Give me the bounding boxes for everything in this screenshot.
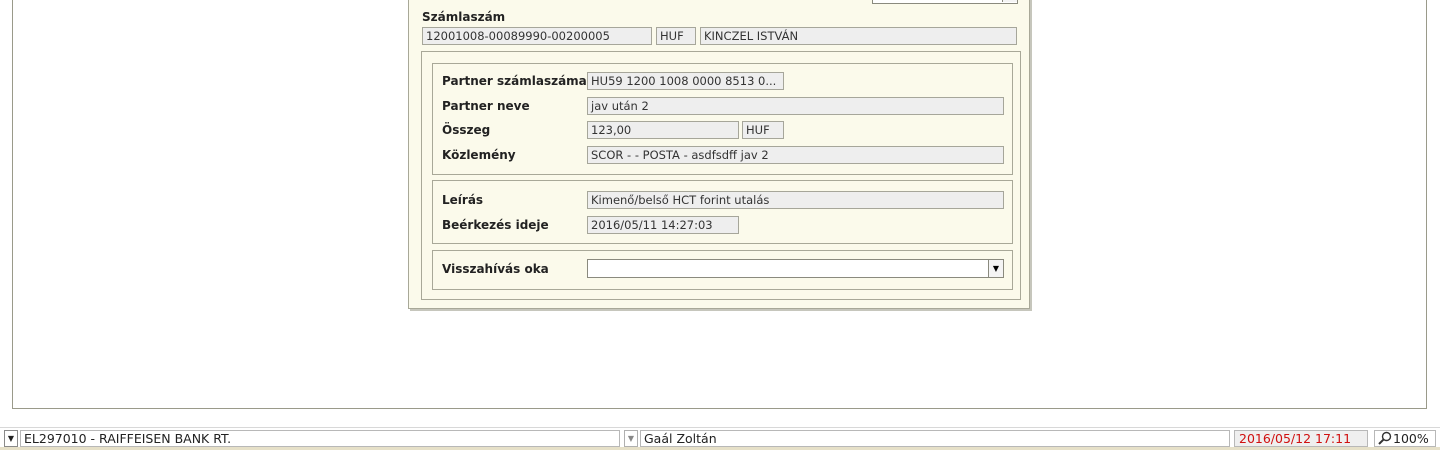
- chevron-down-icon: ▼: [627, 434, 635, 443]
- reference-label: Közlemény: [442, 148, 516, 162]
- account-label: Számlaszám: [422, 10, 506, 24]
- reference-field: SCOR - - POSTA - asdfsdff jav 2: [587, 146, 1004, 164]
- partner-account-field: HU59 1200 1008 0000 8513 0...: [587, 72, 784, 90]
- amount-field: 123,00: [587, 121, 739, 139]
- zoom-control[interactable]: 100%: [1374, 430, 1436, 447]
- bank-field[interactable]: EL297010 - RAIFFEISEN BANK RT.: [20, 430, 620, 447]
- user-dropdown-button[interactable]: ▼: [624, 430, 638, 447]
- amount-currency-field: HUF: [742, 121, 784, 139]
- recall-reason-group: Visszahívás oka ▼: [432, 250, 1013, 290]
- zoom-level: 100%: [1393, 431, 1429, 446]
- details-panel: Partner számlaszáma HU59 1200 1008 0000 …: [421, 51, 1021, 300]
- partner-account-label: Partner számlaszáma: [442, 74, 587, 88]
- magnifier-icon: [1378, 431, 1392, 445]
- account-number-field: 12001008-00089990-00200005: [422, 27, 652, 45]
- arrival-field: 2016/05/11 14:27:03: [587, 216, 739, 234]
- datetime-display: 2016/05/12 17:11: [1234, 430, 1368, 447]
- recall-dialog: Számlaszám 12001008-00089990-00200005 HU…: [408, 0, 1030, 309]
- description-field: Kimenő/belső HCT forint utalás: [587, 191, 1004, 209]
- partner-group: Partner számlaszáma HU59 1200 1008 0000 …: [432, 63, 1013, 175]
- chevron-down-icon: ▼: [7, 434, 15, 443]
- account-owner-field: KINCZEL ISTVÁN: [700, 27, 1017, 45]
- chevron-down-icon[interactable]: ▼: [988, 260, 1003, 277]
- account-currency-field: HUF: [656, 27, 696, 45]
- chevron-down-icon[interactable]: [1002, 0, 1017, 2]
- amount-label: Összeg: [442, 123, 491, 137]
- arrival-label: Beérkezés ideje: [442, 218, 549, 232]
- user-field: Gaál Zoltán: [640, 430, 1230, 447]
- bank-dropdown-button[interactable]: ▼: [4, 430, 18, 447]
- partner-name-field: jav után 2: [587, 97, 1004, 115]
- recall-reason-select[interactable]: ▼: [587, 259, 1004, 278]
- top-clipped-combo[interactable]: [872, 0, 1018, 4]
- description-label: Leírás: [442, 193, 484, 207]
- transfer-details-group: Leírás Kimenő/belső HCT forint utalás Be…: [432, 180, 1013, 244]
- recall-reason-label: Visszahívás oka: [442, 262, 549, 276]
- partner-name-label: Partner neve: [442, 99, 530, 113]
